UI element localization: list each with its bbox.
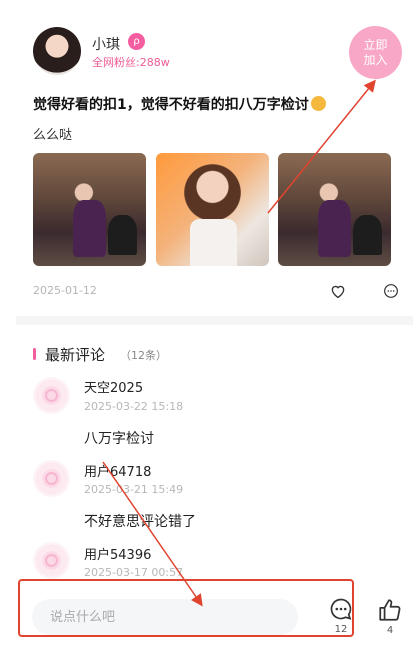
comment-icon[interactable] xyxy=(383,283,399,299)
author-name[interactable]: 小琪 xyxy=(92,34,120,54)
post-title-text: 觉得好看的扣1，觉得不好看的扣八万字检讨 xyxy=(33,97,309,113)
post-photo-3[interactable] xyxy=(278,153,391,266)
fan-count: 全网粉丝:288w xyxy=(92,56,170,69)
comment-user[interactable]: 用户54396 xyxy=(84,544,151,563)
comment-user[interactable]: 天空2025 xyxy=(84,377,143,396)
thumbs-up-icon[interactable] xyxy=(377,597,403,623)
comment-time: 2025-03-21 15:49 xyxy=(84,483,184,496)
comment-bubble-icon[interactable] xyxy=(329,597,353,621)
like-count: 4 xyxy=(386,625,394,636)
post-date: 2025-01-12 xyxy=(33,284,97,297)
comments-title: 最新评论 xyxy=(45,346,106,364)
heart-icon[interactable] xyxy=(329,282,347,300)
comment-avatar[interactable] xyxy=(33,460,70,497)
author-avatar[interactable] xyxy=(33,27,81,75)
comment-count: 12 xyxy=(334,624,348,635)
join-button-line2: 加入 xyxy=(363,52,388,67)
section-accent-bar xyxy=(33,348,36,360)
verified-badge-icon: ρ xyxy=(128,33,145,50)
post-photo-2[interactable] xyxy=(156,153,269,266)
section-divider xyxy=(16,316,413,325)
join-button[interactable]: 立即 加入 xyxy=(349,26,402,79)
comment-input[interactable] xyxy=(32,599,298,635)
comment-text: 八万字检讨 xyxy=(84,431,154,447)
comments-count: （12条） xyxy=(120,349,167,362)
comment-time: 2025-03-22 15:18 xyxy=(84,400,184,413)
post-photo-1[interactable] xyxy=(33,153,146,266)
join-button-line1: 立即 xyxy=(363,37,388,52)
comment-user[interactable]: 用户64718 xyxy=(84,461,151,480)
post-title: 觉得好看的扣1，觉得不好看的扣八万字检讨 xyxy=(33,94,326,114)
comment-avatar[interactable] xyxy=(33,542,70,579)
emoji-icon xyxy=(310,96,326,111)
comment-avatar[interactable] xyxy=(33,377,70,414)
comment-text: 不好意思评论错了 xyxy=(84,514,196,530)
post-subtitle: 么么哒 xyxy=(33,128,73,143)
comment-time: 2025-03-17 00:57 xyxy=(84,566,184,579)
